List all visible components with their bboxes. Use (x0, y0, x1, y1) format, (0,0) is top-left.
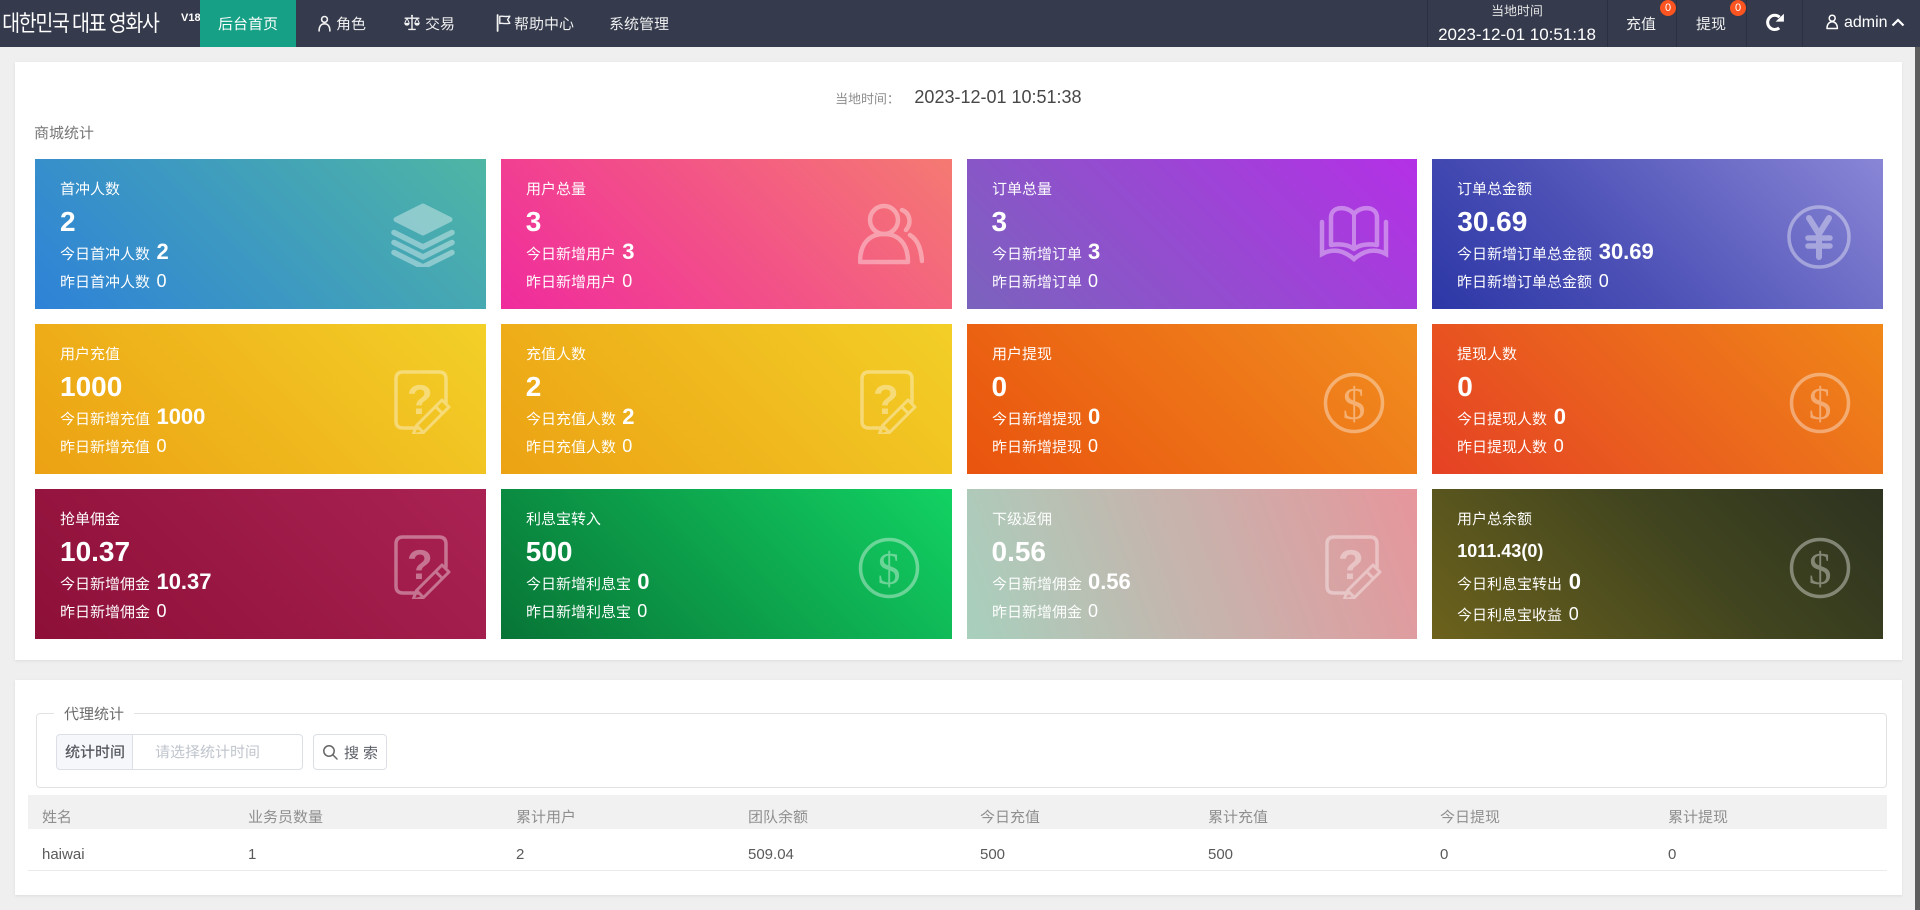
svg-text:?: ? (1338, 541, 1364, 588)
svg-text:$: $ (1809, 378, 1832, 429)
svg-text:?: ? (873, 376, 899, 423)
svg-text:$: $ (1343, 378, 1366, 429)
svg-text:?: ? (407, 541, 433, 588)
svg-text:$: $ (877, 543, 900, 594)
svg-text:?: ? (407, 376, 433, 423)
svg-text:$: $ (1809, 543, 1832, 594)
